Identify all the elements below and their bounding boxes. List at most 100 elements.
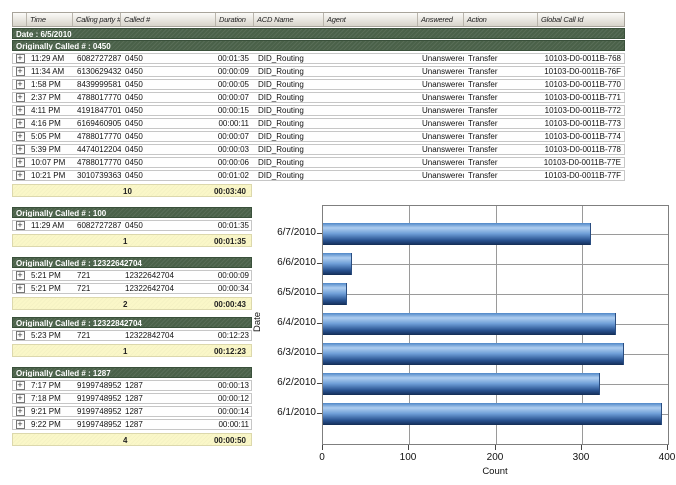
cell-agent — [324, 119, 418, 128]
cell-answered: Unanswered — [418, 158, 464, 167]
cell-duration: 00:00:06 — [216, 158, 254, 167]
bar-6-3-2010 — [323, 343, 624, 365]
cell-calling: 4788017770 — [73, 132, 121, 141]
y-tick-mark — [317, 263, 322, 264]
cell-action: Transfer — [464, 80, 538, 89]
table-row: +9:21 PM9199748952128700:00:14 — [12, 406, 252, 417]
cell-time: 5:21 PM — [27, 271, 73, 280]
cell-time: 7:18 PM — [27, 394, 73, 403]
cell-duration: 00:00:34 — [216, 284, 254, 293]
cell-action: Transfer — [464, 93, 538, 102]
expand-row-icon[interactable]: + — [16, 106, 25, 115]
table-row: +7:18 PM9199748952128700:00:12 — [12, 393, 252, 404]
call-group: Originally Called # : 0450+11:29 AM60827… — [12, 40, 625, 197]
cell-called: 0450 — [121, 171, 216, 180]
col-header-agent: Agent — [324, 13, 418, 26]
cell-time: 11:29 AM — [27, 54, 73, 63]
expand-row-icon[interactable]: + — [16, 221, 25, 230]
expander-cell: + — [13, 54, 27, 63]
table-row: +11:34 AM6130629432045000:00:09DID_Routi… — [12, 66, 625, 77]
expand-row-icon[interactable]: + — [16, 420, 25, 429]
summary-total-duration: 00:12:23 — [214, 347, 246, 356]
summary-total-duration: 00:01:35 — [214, 237, 246, 246]
summary-call-count: 1 — [123, 347, 127, 356]
cell-called: 1287 — [121, 381, 216, 390]
cell-calling: 721 — [73, 331, 121, 340]
bar-chart-plot-area — [322, 205, 669, 445]
cell-called: 1287 — [121, 394, 216, 403]
col-header-time: Time — [27, 13, 73, 26]
cell-global_id: 10103-D0-0011B-770 — [538, 80, 626, 89]
call-group: Originally Called # : 12322642704+5:21 P… — [12, 257, 252, 310]
cell-time: 10:07 PM — [27, 158, 73, 167]
y-tick-label: 6/3/2010 — [268, 346, 316, 360]
expand-row-icon[interactable]: + — [16, 93, 25, 102]
cell-acd: DID_Routing — [254, 158, 324, 167]
cell-called: 1287 — [121, 407, 216, 416]
col-header-global-call-id: Global Call Id — [538, 13, 626, 26]
expander-cell: + — [13, 119, 27, 128]
y-tick-mark — [317, 293, 322, 294]
cell-action: Transfer — [464, 119, 538, 128]
expand-row-icon[interactable]: + — [16, 271, 25, 280]
expand-row-icon[interactable]: + — [16, 132, 25, 141]
call-group: Originally Called # : 1287+7:17 PM919974… — [12, 367, 252, 446]
summary-call-count: 2 — [123, 300, 127, 309]
expand-row-icon[interactable]: + — [16, 331, 25, 340]
x-tick-mark — [667, 445, 668, 450]
expander-cell: + — [13, 158, 27, 167]
expand-row-icon[interactable]: + — [16, 407, 25, 416]
y-tick-mark — [317, 353, 322, 354]
cell-answered: Unanswered — [418, 93, 464, 102]
table-row: +5:05 PM4788017770045000:00:07DID_Routin… — [12, 131, 625, 142]
cell-duration: 00:00:03 — [216, 145, 254, 154]
cell-action: Transfer — [464, 54, 538, 63]
expand-row-icon[interactable]: + — [16, 145, 25, 154]
cell-duration: 00:00:15 — [216, 106, 254, 115]
cell-duration: 00:00:05 — [216, 80, 254, 89]
cell-calling: 6130629432 — [73, 67, 121, 76]
chart-y-axis-title: Date — [252, 292, 264, 352]
expand-row-icon[interactable]: + — [16, 171, 25, 180]
cell-time: 1:58 PM — [27, 80, 73, 89]
x-tick-label: 300 — [566, 452, 596, 463]
cell-answered: Unanswered — [418, 67, 464, 76]
bar-6-2-2010 — [323, 373, 600, 395]
y-tick-label: 6/2/2010 — [268, 376, 316, 390]
cell-calling: 4191847701 — [73, 106, 121, 115]
expand-row-icon[interactable]: + — [16, 158, 25, 167]
expand-row-icon[interactable]: + — [16, 381, 25, 390]
cell-time: 4:16 PM — [27, 119, 73, 128]
cell-duration: 00:00:11 — [216, 119, 254, 128]
cell-acd: DID_Routing — [254, 67, 324, 76]
cell-called: 0450 — [121, 158, 216, 167]
expand-row-icon[interactable]: + — [16, 119, 25, 128]
expand-row-icon[interactable]: + — [16, 67, 25, 76]
expand-row-icon[interactable]: + — [16, 284, 25, 293]
expand-row-icon[interactable]: + — [16, 394, 25, 403]
cell-global_id: 10103-D0-0011B-778 — [538, 145, 626, 154]
cell-acd: DID_Routing — [254, 80, 324, 89]
expand-row-icon[interactable]: + — [16, 54, 25, 63]
table-row: +10:21 PM3010739363045000:01:02DID_Routi… — [12, 170, 625, 181]
cell-time: 11:34 AM — [27, 67, 73, 76]
cell-time: 5:05 PM — [27, 132, 73, 141]
expander-cell: + — [13, 106, 27, 115]
cell-called: 0450 — [121, 54, 216, 63]
expander-cell: + — [13, 284, 27, 293]
cell-acd: DID_Routing — [254, 132, 324, 141]
cell-global_id: 10103-D0-0011B-773 — [538, 119, 626, 128]
expander-cell: + — [13, 420, 27, 429]
cell-time: 10:21 PM — [27, 171, 73, 180]
expand-row-icon[interactable]: + — [16, 80, 25, 89]
table-row: +5:23 PM7211232284270400:12:23 — [12, 330, 252, 341]
expander-cell: + — [13, 407, 27, 416]
bar-6-5-2010 — [323, 283, 347, 305]
summary-call-count: 10 — [123, 187, 132, 196]
cell-answered: Unanswered — [418, 80, 464, 89]
expander-cell: + — [13, 80, 27, 89]
cell-calling: 721 — [73, 284, 121, 293]
table-row: +5:39 PM4474012204045000:00:03DID_Routin… — [12, 144, 625, 155]
cell-called: 0450 — [121, 67, 216, 76]
cell-called: 12322642704 — [121, 271, 216, 280]
